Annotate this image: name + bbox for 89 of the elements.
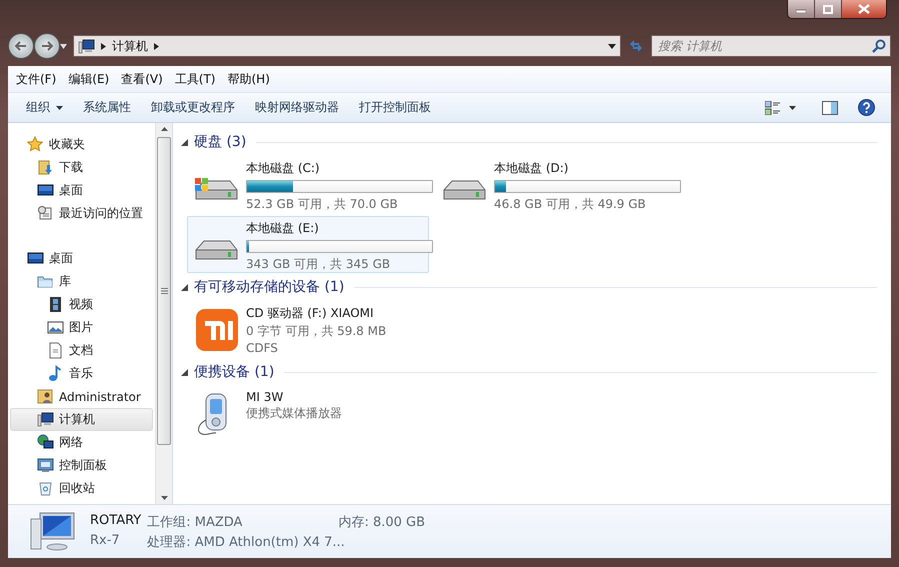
computer-name: ROTARY — [90, 512, 142, 530]
minimize-button[interactable] — [788, 0, 815, 18]
left-arrow-icon — [15, 41, 27, 51]
workgroup-field: 工作组: MAZDA — [147, 512, 242, 530]
computer-icon — [37, 411, 54, 428]
view-options-icon[interactable] — [765, 100, 781, 114]
film-icon — [47, 296, 64, 313]
drive-name: 本地磁盘 (C:) — [246, 160, 321, 177]
group-heading: 硬盘 (3) — [194, 133, 246, 151]
view-caret-icon[interactable] — [789, 106, 796, 110]
search-icon — [872, 39, 886, 53]
nav-item[interactable]: 计算机 — [10, 408, 153, 431]
document-icon — [47, 342, 64, 359]
drive-name: MI 3W — [246, 390, 284, 404]
nav-item[interactable]: 文档 — [10, 339, 153, 362]
close-button[interactable] — [842, 0, 886, 18]
menu-item[interactable]: 帮助(H) — [222, 70, 276, 88]
breadcrumb-arrow-icon[interactable] — [154, 42, 159, 50]
history-caret-icon[interactable] — [60, 44, 67, 48]
drive-name: 本地磁盘 (E:) — [246, 220, 320, 237]
close-icon — [858, 4, 870, 14]
network-globe-icon — [37, 434, 54, 451]
maximize-button[interactable] — [815, 0, 842, 18]
picture-icon — [47, 319, 64, 336]
drive-name: CD 驱动器 (F:) XIAOMI — [246, 305, 375, 322]
group-heading: 有可移动存储的设备 (1) — [194, 278, 344, 296]
breadcrumb-arrow-icon[interactable] — [101, 42, 106, 50]
nav-item[interactable]: 收藏夹 — [10, 133, 153, 156]
menu-item[interactable]: 文件(F) — [10, 70, 62, 88]
nav-item[interactable]: 视频 — [10, 293, 153, 316]
drive-tile[interactable]: 本地磁盘 (C:) 52.3 GB 可用，共 70.0 GB — [187, 156, 429, 213]
nav-item[interactable]: 网络 — [10, 431, 153, 454]
collapse-triangle-icon[interactable] — [181, 138, 188, 146]
caret-icon — [56, 106, 63, 110]
drive-info: 便携式媒体播放器 — [246, 405, 342, 422]
user-folder-icon — [37, 388, 54, 405]
star-icon — [27, 136, 44, 153]
drive-info: 343 GB 可用，共 345 GB — [246, 256, 392, 273]
music-note-icon — [47, 365, 64, 382]
grip-icon — [160, 288, 168, 294]
forward-button[interactable] — [34, 33, 60, 59]
toolbar-button[interactable]: 映射网络驱动器 — [245, 96, 349, 120]
device-tile[interactable]: MI 3W 便携式媒体播放器 — [187, 386, 429, 443]
scrollbar[interactable] — [155, 123, 172, 504]
preview-pane-icon[interactable] — [822, 100, 838, 114]
drive-info: 46.8 GB 可用，共 49.9 GB — [494, 196, 647, 213]
computer-monitor-icon — [30, 510, 76, 552]
breadcrumb-item[interactable]: 计算机 — [112, 38, 148, 54]
nav-item[interactable]: 桌面 — [10, 247, 153, 270]
drive-name: 本地磁盘 (D:) — [494, 160, 570, 177]
menu-item[interactable]: 工具(T) — [168, 70, 222, 88]
back-button[interactable] — [8, 33, 34, 59]
help-icon[interactable] — [858, 99, 875, 116]
collapse-triangle-icon[interactable] — [181, 368, 188, 376]
toolbar-button[interactable]: 组织 — [16, 96, 73, 120]
memory-field: 内存: 8.00 GB — [248, 512, 426, 530]
drive-info: 0 字节 可用，共 59.8 MB — [246, 323, 386, 340]
menu-item[interactable]: 编辑(E) — [62, 70, 116, 88]
drive-info: 52.3 GB 可用，共 70.0 GB — [246, 196, 399, 213]
file-system-label: CDFS — [246, 341, 279, 355]
drive-tile[interactable]: 本地磁盘 (D:) 46.8 GB 可用，共 49.9 GB — [435, 156, 677, 213]
search-field[interactable]: 搜索 计算机 — [651, 35, 891, 57]
computer-description: Rx-7 — [90, 532, 121, 550]
menu-item[interactable]: 查看(V) — [115, 70, 169, 88]
nav-item[interactable]: 图片 — [10, 316, 153, 339]
address-bar[interactable]: 计算机 — [73, 35, 621, 57]
nav-item[interactable]: 回收站 — [10, 477, 153, 500]
group-heading: 便携设备 (1) — [194, 363, 274, 381]
dropdown-caret-icon[interactable] — [608, 44, 616, 48]
collapse-triangle-icon[interactable] — [181, 284, 188, 290]
drive-tile[interactable]: CD 驱动器 (F:) XIAOMI 0 字节 可用，共 59.8 MB CDFS — [187, 301, 429, 358]
nav-item[interactable]: 桌面 — [10, 179, 153, 202]
nav-item[interactable]: 库 — [10, 270, 153, 293]
recycle-bin-icon — [37, 480, 54, 497]
nav-item[interactable]: 音乐 — [10, 362, 153, 385]
processor-field: 处理器: AMD Athlon(tm) X4 7... — [147, 532, 426, 550]
toolbar-button[interactable]: 卸载或更改程序 — [141, 96, 245, 120]
maximize-icon — [823, 4, 833, 14]
toolbar-button[interactable]: 打开控制面板 — [349, 96, 441, 120]
nav-item[interactable]: 最近访问的位置 — [10, 202, 153, 225]
nav-item[interactable]: 下载 — [10, 156, 153, 179]
control-panel-icon — [37, 457, 54, 474]
folder-download-icon — [37, 159, 54, 176]
toolbar-button[interactable]: 系统属性 — [73, 96, 141, 120]
recent-places-icon — [37, 205, 54, 222]
computer-icon — [78, 38, 95, 54]
nav-item[interactable]: Administrator — [10, 385, 153, 408]
nav-item[interactable]: 控制面板 — [10, 454, 153, 477]
right-arrow-icon — [41, 41, 53, 51]
